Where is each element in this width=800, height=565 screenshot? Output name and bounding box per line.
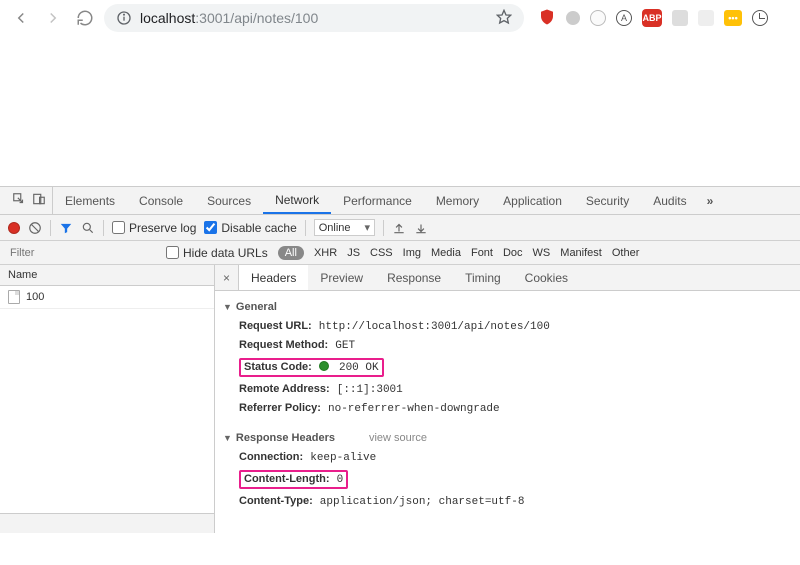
export-har-icon[interactable] [414, 221, 428, 235]
section-general-title[interactable]: ▼ General [221, 297, 800, 317]
request-details: × Headers Preview Response Timing Cookie… [215, 265, 800, 533]
import-har-icon[interactable] [392, 221, 406, 235]
disclosure-triangle-icon: ▼ [223, 433, 232, 443]
filter-type-ws[interactable]: WS [533, 247, 551, 259]
hide-data-urls-checkbox[interactable]: Hide data URLs [166, 246, 268, 260]
search-icon[interactable] [81, 221, 95, 235]
highlight-content-length: Content-Length: 0 [239, 470, 348, 489]
device-toggle-icon[interactable] [32, 192, 46, 209]
site-info-icon[interactable] [116, 10, 132, 26]
view-source-link[interactable]: view source [369, 432, 427, 444]
headers-panel: ▼ General Request URL: http://localhost:… [215, 291, 800, 527]
clear-button[interactable] [28, 221, 42, 235]
record-button[interactable] [8, 222, 20, 234]
devtools-panel: Elements Console Sources Network Perform… [0, 186, 800, 533]
kv-request-method: Request Method: GET [239, 336, 800, 355]
section-general: ▼ General Request URL: http://localhost:… [221, 297, 800, 418]
tabs-overflow-icon[interactable]: » [699, 194, 722, 208]
extension-clock-icon[interactable] [752, 10, 768, 26]
filter-input[interactable] [6, 245, 156, 261]
filter-type-xhr[interactable]: XHR [314, 247, 337, 259]
kv-content-length: Content-Length: 0 [239, 467, 800, 492]
extension-dot-icon[interactable] [566, 11, 580, 25]
kv-remote-address: Remote Address: [::1]:3001 [239, 380, 800, 399]
reload-button[interactable] [72, 7, 98, 29]
filter-type-doc[interactable]: Doc [503, 247, 523, 259]
devtools-inspect-tools [6, 187, 53, 214]
request-list: Name 100 [0, 265, 215, 533]
section-response-headers: ▼ Response Headers view source Connectio… [221, 428, 800, 511]
filter-type-img[interactable]: Img [403, 247, 421, 259]
column-name-header[interactable]: Name [0, 265, 214, 286]
status-dot-icon [319, 361, 329, 371]
kv-status-code: Status Code: 200 OK [239, 355, 800, 380]
filter-type-font[interactable]: Font [471, 247, 493, 259]
detail-tab-preview[interactable]: Preview [308, 265, 375, 290]
detail-tab-headers[interactable]: Headers [239, 265, 308, 290]
detail-tab-timing[interactable]: Timing [453, 265, 513, 290]
address-bar[interactable]: localhost:3001/api/notes/100 [104, 4, 524, 32]
network-body: Name 100 × Headers Preview Response Timi… [0, 265, 800, 533]
tab-console[interactable]: Console [127, 187, 195, 214]
kv-referrer-policy: Referrer Policy: no-referrer-when-downgr… [239, 399, 800, 418]
network-filter-bar: Hide data URLs All XHR JS CSS Img Media … [0, 241, 800, 265]
tab-elements[interactable]: Elements [53, 187, 127, 214]
disable-cache-checkbox[interactable]: Disable cache [204, 221, 296, 235]
bookmark-star-icon[interactable] [496, 9, 512, 28]
kv-content-type: Content-Type: application/json; charset=… [239, 492, 800, 511]
filter-type-media[interactable]: Media [431, 247, 461, 259]
detail-tab-response[interactable]: Response [375, 265, 453, 290]
browser-toolbar: localhost:3001/api/notes/100 A ABP ••• [0, 0, 800, 36]
tab-memory[interactable]: Memory [424, 187, 491, 214]
request-row[interactable]: 100 [0, 286, 214, 309]
detail-tab-cookies[interactable]: Cookies [513, 265, 580, 290]
summary-bar [0, 513, 214, 533]
tab-audits[interactable]: Audits [641, 187, 698, 214]
extension-circle-a-icon[interactable]: A [616, 10, 632, 26]
extension-panda-icon[interactable] [590, 10, 606, 26]
close-details-button[interactable]: × [215, 265, 239, 290]
element-picker-icon[interactable] [12, 192, 26, 209]
filter-type-manifest[interactable]: Manifest [560, 247, 602, 259]
disclosure-triangle-icon: ▼ [223, 302, 232, 312]
network-toolbar: Preserve log Disable cache Online▾ [0, 215, 800, 241]
tab-application[interactable]: Application [491, 187, 574, 214]
page-content-blank [0, 36, 800, 186]
filter-type-css[interactable]: CSS [370, 247, 393, 259]
devtools-tab-bar: Elements Console Sources Network Perform… [0, 187, 800, 215]
request-row-name: 100 [26, 291, 44, 303]
file-icon [8, 290, 20, 304]
tab-sources[interactable]: Sources [195, 187, 263, 214]
kv-request-url: Request URL: http://localhost:3001/api/n… [239, 317, 800, 336]
extensions-row: A ABP ••• [538, 8, 768, 29]
tab-performance[interactable]: Performance [331, 187, 424, 214]
detail-tab-bar: × Headers Preview Response Timing Cookie… [215, 265, 800, 291]
filter-toggle-icon[interactable] [59, 221, 73, 235]
filter-type-other[interactable]: Other [612, 247, 640, 259]
ublock-icon[interactable] [538, 8, 556, 29]
extension-pattern-icon[interactable] [698, 10, 714, 26]
tab-network[interactable]: Network [263, 187, 331, 214]
filter-type-js[interactable]: JS [347, 247, 360, 259]
url-text: localhost:3001/api/notes/100 [140, 10, 318, 26]
adblock-plus-icon[interactable]: ABP [642, 9, 662, 27]
filter-type-all[interactable]: All [278, 246, 304, 260]
extension-grey-icon[interactable] [672, 10, 688, 26]
section-response-title[interactable]: ▼ Response Headers view source [221, 428, 800, 448]
tab-security[interactable]: Security [574, 187, 641, 214]
forward-button[interactable] [40, 7, 66, 29]
preserve-log-checkbox[interactable]: Preserve log [112, 221, 196, 235]
extension-yellow-icon[interactable]: ••• [724, 10, 742, 26]
highlight-status-code: Status Code: 200 OK [239, 358, 384, 377]
throttling-select[interactable]: Online▾ [314, 219, 375, 236]
kv-connection: Connection: keep-alive [239, 448, 800, 467]
back-button[interactable] [8, 7, 34, 29]
